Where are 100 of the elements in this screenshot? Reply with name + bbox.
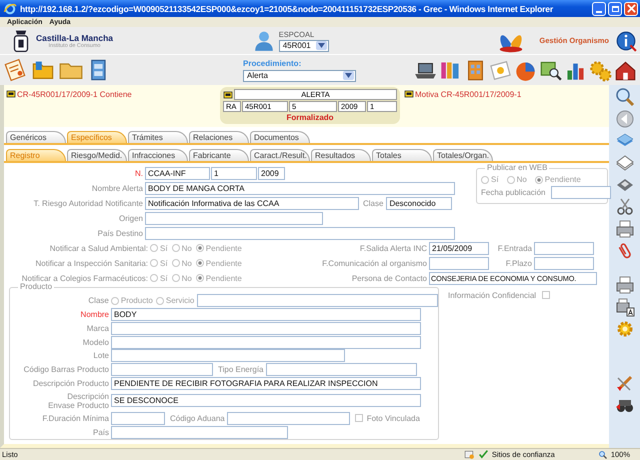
radio-label: Pendiente [206,274,242,282]
input-field[interactable]: Notificación Informativa de las CCAA [145,196,359,210]
field-label: Notificar a Inspección Sanitaria: [34,258,149,268]
field-label: Fecha publicación [481,188,546,197]
input-field[interactable] [551,186,612,199]
radio-label: Pendiente [206,258,242,268]
printer-letter-icon[interactable] [614,297,634,317]
group-title: Publicar en WEB [485,163,550,172]
tab[interactable]: Trámites [128,131,188,143]
tab[interactable]: Relaciones [189,131,249,143]
input-field[interactable] [111,362,213,376]
tab[interactable]: Infracciones [128,149,188,161]
printer-icon[interactable] [614,219,634,239]
radio-button[interactable] [172,259,180,267]
radio-button[interactable] [481,176,489,184]
radio-button[interactable] [506,176,515,184]
scissors-icon[interactable] [614,197,634,217]
radio-button[interactable] [150,274,158,282]
pencil-arrow-icon[interactable] [614,373,634,393]
status-label: Formalizado [286,113,334,122]
radio-button[interactable] [196,244,204,252]
radio-label: Sí [491,175,499,184]
checkbox[interactable] [542,291,550,299]
organization-name: Castilla-La Mancha [36,32,113,42]
link-icon[interactable] [404,89,414,99]
tab[interactable]: Documentos [250,131,310,143]
tab[interactable]: Genéricos [6,131,66,143]
input-field[interactable]: SE DESCONOCE [111,394,421,408]
security-icon [464,449,475,460]
checkbox-label: Foto Vinculada [366,414,421,423]
tab[interactable]: Caract./Result. [250,149,310,161]
field-label: País Destino [96,228,144,238]
field-label: F.Entrada [496,244,533,252]
zoom-icon[interactable] [598,450,608,460]
search-icon[interactable] [614,87,634,107]
checkbox[interactable] [354,414,363,422]
radio-button[interactable] [172,244,180,252]
input-field[interactable] [145,226,455,240]
caret-icon [316,41,327,50]
input-field[interactable] [111,336,421,349]
documents-icon[interactable] [614,153,634,173]
input-field[interactable]: Desconocido [386,196,452,210]
link-icon[interactable] [6,89,16,99]
input-field[interactable] [111,426,288,439]
radio-button[interactable] [150,244,158,252]
field-label: Código Aduana [169,414,226,423]
radio-label: No [182,258,192,268]
input-field[interactable]: 1 [211,166,257,180]
caret-icon [343,71,354,80]
tab[interactable]: Resultados [311,149,371,161]
tab[interactable]: Riesgo/Medid. [67,149,127,161]
procedure-label: Procedimiento: [243,58,302,68]
radio-button[interactable] [150,259,158,267]
restore-button[interactable] [608,2,622,16]
input-field[interactable]: CCAA-INF [145,166,210,180]
minimize-button[interactable] [592,2,606,16]
input-field[interactable] [111,349,345,362]
radio-label: Sí [160,258,168,268]
radio-button[interactable] [110,296,119,305]
field-label: N. [134,168,144,178]
input-field[interactable] [145,212,323,224]
field-label: F.Plazo [504,258,533,268]
field-label: F.Salida Alerta INC [358,244,428,252]
back-icon[interactable] [614,109,634,129]
printer-icon[interactable] [614,275,634,295]
input-field[interactable] [534,256,594,270]
radio-button[interactable] [172,274,180,282]
dropdown[interactable]: Alerta [243,70,356,82]
input-field[interactable] [197,294,438,308]
radio-button[interactable] [196,259,204,267]
window-title: http://192.168.1.2/?ezcodigo=W0090521133542ESP000&ezcoy1=21005&nodo=200411151732ESP20536 - Grec - Windows Internet Explorer [20,4,554,14]
related-link[interactable]: CR-45R001/17/2009-1 Contiene [17,90,132,98]
field-label: Notificar a Salud Ambiental: [48,244,149,252]
ie-icon [3,2,17,16]
radio-button[interactable] [196,274,204,282]
tab[interactable]: Totales/Organ. [433,149,493,161]
input-field[interactable] [111,412,165,425]
field-label: Descripción Envase Producto [47,392,110,410]
tab[interactable]: Totales [372,149,432,161]
dropdown[interactable]: 45R001 [278,40,329,52]
radio-label: Pendiente [206,244,242,252]
related-link[interactable]: Motiva CR-45R001/17/2009-1 [415,90,522,98]
input-field[interactable] [429,256,489,270]
input-field[interactable] [111,322,421,335]
tab[interactable]: Fabricante [189,149,249,161]
input-field[interactable]: 2009 [258,166,285,180]
radio-button[interactable] [534,176,543,184]
input-field[interactable] [226,412,350,425]
info-icon[interactable] [615,30,637,52]
input-field[interactable]: 21/05/2009 [429,242,489,254]
link-icon[interactable] [223,90,233,100]
input-field[interactable]: BODY [111,308,421,322]
input-field[interactable] [534,242,594,254]
close-button[interactable] [624,2,638,16]
input-field[interactable]: BODY DE MANGA CORTA [145,182,455,194]
field-label: Descripción Producto [32,378,110,388]
input-field[interactable]: PENDIENTE DE RECIBIR FOTOGRAFIA PARA REALIZAR INSPECCION [111,376,421,390]
field-label: F.Comunicación al organismo [321,258,428,268]
radio-button[interactable] [156,296,164,305]
input-field[interactable] [266,362,417,376]
